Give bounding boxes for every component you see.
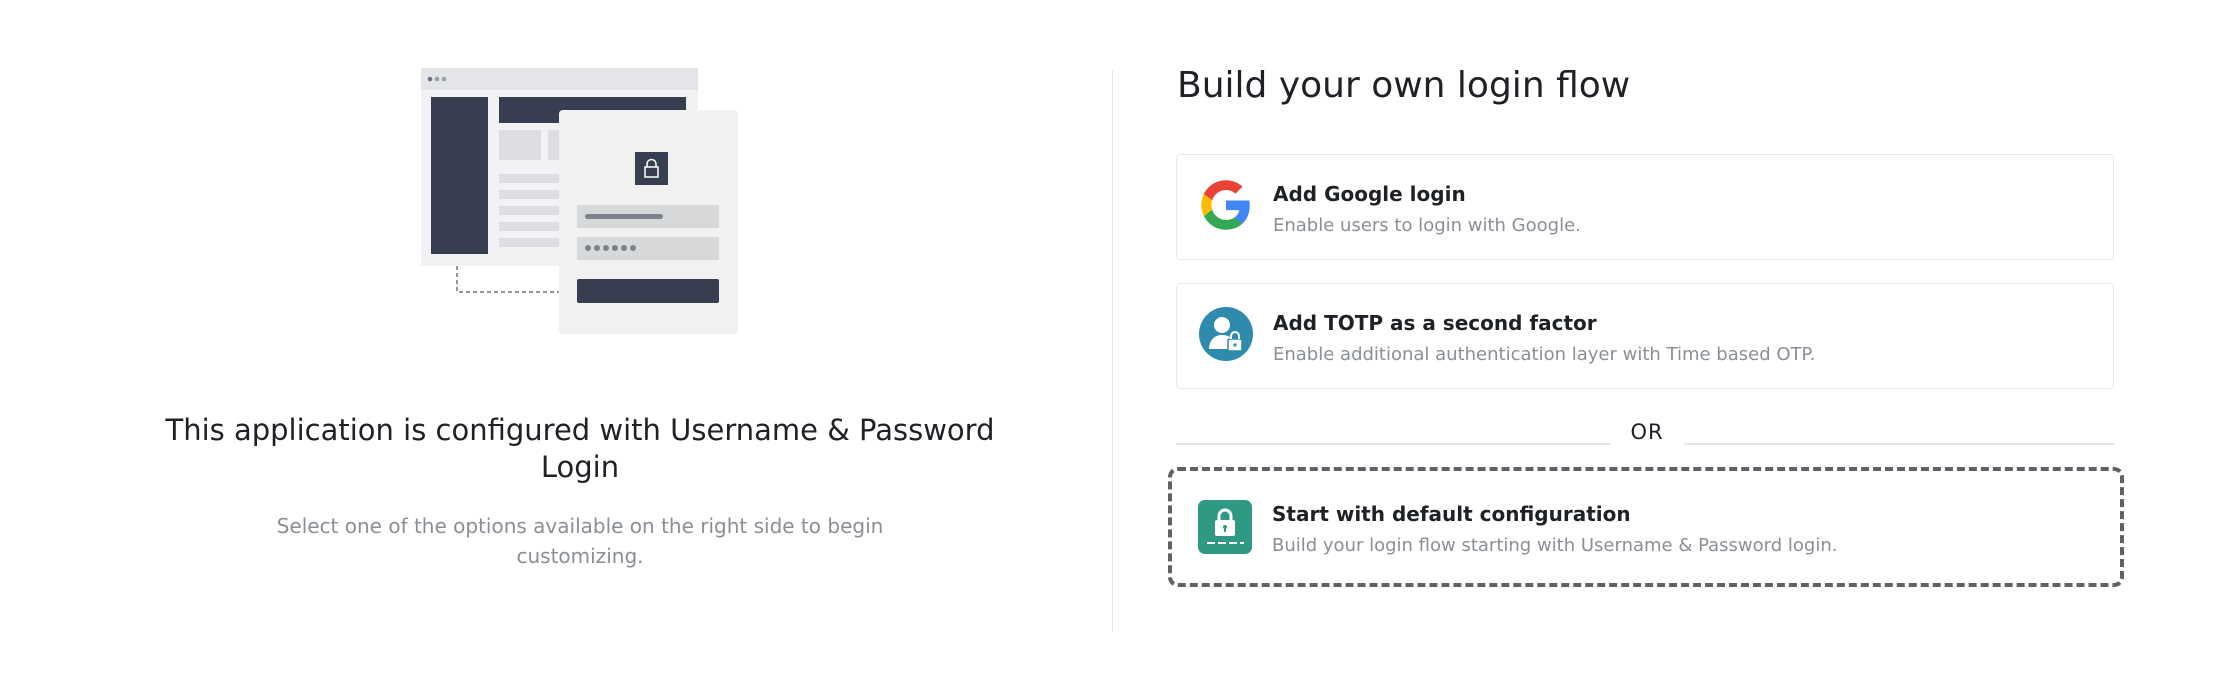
google-icon — [1201, 180, 1250, 230]
add-totp-card[interactable]: Add TOTP as a second factor Enable addit… — [1176, 283, 2114, 389]
add-google-login-card[interactable]: Add Google login Enable users to login w… — [1176, 154, 2114, 260]
default-configuration-card[interactable]: Start with default configuration Build y… — [1168, 467, 2124, 587]
configured-login-subtitle: Select one of the options available on t… — [276, 514, 884, 568]
password-lock-icon — [1198, 500, 1252, 554]
or-separator: OR — [1176, 418, 2114, 448]
build-login-flow-title: Build your own login flow — [1177, 65, 1631, 106]
google-login-description: Enable users to login with Google. — [1273, 215, 1581, 236]
default-config-title: Start with default configuration — [1272, 502, 1631, 526]
panel-divider — [1112, 70, 1113, 632]
or-line-right — [1684, 443, 2114, 445]
or-label: OR — [1630, 420, 1664, 444]
totp-user-lock-icon — [1199, 307, 1253, 361]
login-illustration — [421, 68, 738, 334]
totp-description: Enable additional authentication layer w… — [1273, 344, 1816, 365]
configured-login-title: This application is configured with User… — [165, 413, 995, 484]
totp-title: Add TOTP as a second factor — [1273, 311, 1597, 335]
or-line-left — [1176, 443, 1610, 445]
google-login-title: Add Google login — [1273, 182, 1466, 206]
default-config-description: Build your login flow starting with User… — [1272, 535, 1838, 556]
